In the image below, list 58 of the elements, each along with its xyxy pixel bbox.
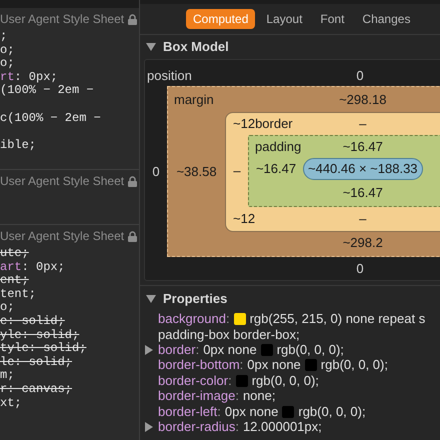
box-label: padding	[255, 138, 302, 156]
tab[interactable]: Font	[313, 9, 352, 29]
collapse-triangle-icon[interactable]	[146, 42, 156, 52]
box-value: ~16.47	[256, 160, 296, 178]
code-line: ent;	[0, 274, 30, 288]
code-line: yle: solid;	[0, 328, 80, 342]
property-line: border-radius: 12.000001px;	[158, 419, 322, 436]
box-label: margin	[174, 90, 214, 109]
code-line: o;	[0, 44, 16, 58]
code-line: le: solid;	[0, 356, 74, 370]
box-value: 0	[152, 162, 160, 181]
collapse-triangle-icon[interactable]	[146, 294, 156, 304]
box-label: border	[255, 115, 293, 134]
property-line: border: 0px none rgb(0, 0, 0);	[158, 342, 344, 358]
box-value: ~298.18	[339, 90, 386, 109]
box-value: ~12	[233, 115, 256, 134]
section-title[interactable]: Box Model	[163, 37, 229, 57]
tab[interactable]: Layout	[259, 9, 310, 29]
box-value: 0	[356, 67, 364, 86]
stylesheet-header: User Agent Style Sheet	[0, 173, 124, 190]
property-line: border-bottom: 0px none rgb(0, 0, 0);	[158, 357, 388, 374]
box-value: ~12	[233, 210, 256, 228]
box-value: ~298.2	[342, 234, 383, 252]
code-line: o;	[0, 301, 16, 315]
box-value: –	[359, 115, 366, 134]
box-value: ~38.58	[176, 163, 217, 182]
expand-triangle-icon[interactable]	[144, 344, 154, 355]
section-title[interactable]: Properties	[163, 288, 228, 308]
code-line: e: solid;	[0, 314, 66, 329]
code-line: ible;	[0, 138, 38, 152]
stylesheet-header: User Agent Style Sheet	[0, 11, 124, 28]
expand-triangle-icon[interactable]	[144, 422, 154, 432]
code-line: c(100% − 2em −	[0, 112, 102, 126]
code-line: m;	[0, 369, 16, 383]
property-line: border-color: rgb(0, 0, 0);	[158, 372, 319, 389]
code-line: (100% − 2em −	[0, 84, 95, 98]
code-line: ;	[0, 30, 8, 44]
code-line: tyle: solid;	[0, 342, 88, 356]
code-line: r: canvas;	[0, 382, 74, 397]
code-line: rt: 0px;	[0, 70, 59, 84]
box-label: position	[147, 67, 192, 86]
property-line: border-left: 0px none rgb(0, 0, 0);	[158, 404, 366, 420]
code-line: art: 0px;	[0, 260, 66, 274]
code-line: tent;	[0, 288, 38, 302]
box-value: –	[233, 162, 241, 180]
property-line: background: rgb(255, 215, 0) none repeat s	[158, 310, 426, 327]
property-line: border-image: none;	[158, 388, 276, 404]
tab[interactable]: Changes	[355, 9, 418, 29]
box-value: ~16.47	[342, 184, 383, 202]
box-value: ~16.47	[342, 138, 383, 156]
code-line: xt;	[0, 396, 23, 410]
code-line: ute;	[0, 247, 30, 261]
property-line: padding-box border-box;	[158, 326, 300, 342]
box-value: –	[359, 210, 366, 228]
code-line: o;	[0, 57, 16, 71]
content-size: ~440.46 × ~188.33	[303, 158, 423, 180]
stylesheet-header: User Agent Style Sheet	[0, 228, 124, 245]
box-value: 0	[356, 260, 364, 278]
